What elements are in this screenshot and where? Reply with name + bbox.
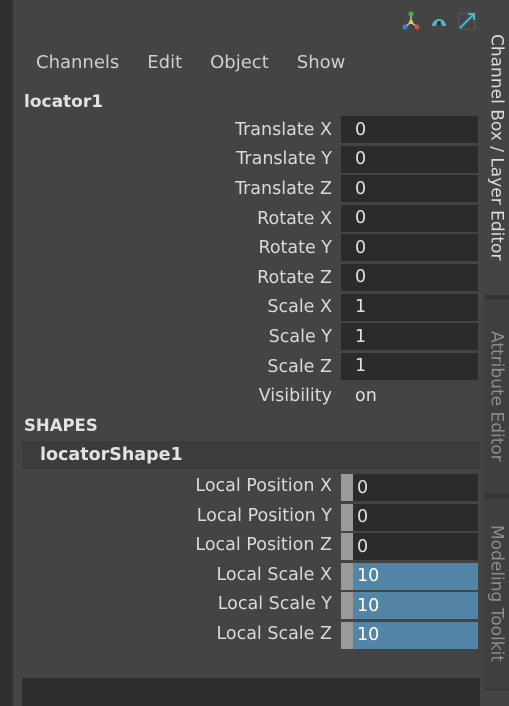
attribute-value-field[interactable]: 0 [341,145,478,173]
tab-label: Modeling Toolkit [486,525,507,662]
attribute-value-field[interactable]: 0 [353,474,478,501]
attribute-lock-indicator [341,503,353,531]
attribute-label[interactable]: Translate Z [235,179,332,199]
attribute-label[interactable]: Scale Y [269,327,332,347]
attribute-label[interactable]: Local Scale Y [218,594,332,614]
attribute-lock-indicator [341,621,353,649]
attribute-label[interactable]: Translate X [235,120,332,140]
menu-edit[interactable]: Edit [147,52,182,73]
attribute-label[interactable]: Visibility [259,386,332,406]
attribute-value-field[interactable]: 1 [341,293,478,321]
channel-box-window: Channels Edit Object Show locator1 Trans… [0,0,509,706]
attribute-lock-indicator [341,533,353,561]
attribute-label[interactable]: Local Position Y [197,506,332,526]
node-title[interactable]: locator1 [24,92,103,112]
attribute-row[interactable]: Translate Z 0 [14,174,484,204]
attribute-value-field[interactable]: 10 [353,562,478,590]
transform-attribute-list: Translate X 0 Translate Y 0 Translate Z … [14,115,484,411]
menu-channels[interactable]: Channels [36,52,119,73]
channel-box-menubar: Channels Edit Object Show [36,52,373,73]
shapes-section-header: SHAPES [24,416,98,435]
attribute-label[interactable]: Rotate X [257,209,332,229]
attribute-label[interactable]: Scale Z [267,357,332,377]
menu-show[interactable]: Show [297,52,346,73]
tab-label: Channel Box / Layer Editor [486,34,507,261]
attribute-row[interactable]: Rotate Y 0 [14,233,484,263]
shape-attribute-list: Local Position X 0 Local Position Y 0 Lo… [14,473,484,651]
attribute-row[interactable]: Scale Y 1 [14,322,484,352]
layer-editor-area[interactable] [22,678,480,706]
attribute-value-field[interactable]: 0 [341,234,478,262]
graph-editor-icon[interactable] [456,10,478,32]
attribute-row[interactable]: Translate Y 0 [14,145,484,175]
side-tab-bar: Channel Box / Layer Editor Attribute Edi… [484,0,509,706]
tab-label: Attribute Editor [486,331,507,462]
attribute-row[interactable]: Translate X 0 [14,115,484,145]
channel-box-toolbar [400,8,478,34]
shape-attribute-row[interactable]: Local Position Y 0 [14,503,484,533]
attribute-value-field[interactable]: 0 [341,116,478,143]
attribute-row[interactable]: Rotate X 0 [14,204,484,234]
attribute-value-field[interactable]: on [341,382,478,409]
shape-node-title[interactable]: locatorShape1 [22,441,480,469]
attribute-label[interactable]: Local Position Z [195,535,332,555]
menu-object[interactable]: Object [210,52,269,73]
shape-attribute-row[interactable]: Local Scale X 10 [14,562,484,592]
tab-channel-box-layer-editor[interactable]: Channel Box / Layer Editor [484,0,509,296]
shape-attribute-row[interactable]: Local Scale Y 10 [14,591,484,621]
attribute-value-field[interactable]: 10 [353,621,478,649]
attribute-value-field[interactable]: 1 [341,352,478,380]
attribute-label[interactable]: Scale X [267,297,332,317]
attribute-label[interactable]: Local Position X [195,476,332,496]
attribute-label[interactable]: Rotate Z [257,268,332,288]
attribute-label[interactable]: Local Scale X [216,565,332,585]
attribute-lock-indicator [341,592,353,620]
attribute-value-field[interactable]: 0 [353,503,478,531]
attribute-row[interactable]: Visibility on [14,381,484,411]
key-selected-icon[interactable] [428,10,450,32]
shape-attribute-row[interactable]: Local Position X 0 [14,473,484,503]
attribute-row[interactable]: Rotate Z 0 [14,263,484,293]
channel-control-icon[interactable] [400,10,422,32]
shape-attribute-row[interactable]: Local Position Z 0 [14,532,484,562]
attribute-value-field[interactable]: 0 [341,263,478,291]
attribute-row[interactable]: Scale X 1 [14,293,484,323]
attribute-value-field[interactable]: 0 [341,204,478,232]
attribute-value-field[interactable]: 0 [341,175,478,203]
shape-attribute-row[interactable]: Local Scale Z 10 [14,621,484,651]
attribute-label[interactable]: Local Scale Z [216,624,332,644]
attribute-lock-indicator [341,474,353,501]
attribute-value-field[interactable]: 10 [353,592,478,620]
tab-attribute-editor[interactable]: Attribute Editor [484,299,509,495]
attribute-value-field[interactable]: 1 [341,323,478,351]
attribute-lock-indicator [341,562,353,590]
channel-box-panel: Channels Edit Object Show locator1 Trans… [14,0,484,706]
tab-modeling-toolkit[interactable]: Modeling Toolkit [484,498,509,690]
attribute-label[interactable]: Rotate Y [258,238,332,258]
attribute-row[interactable]: Scale Z 1 [14,352,484,382]
attribute-label[interactable]: Translate Y [236,149,332,169]
attribute-value-field[interactable]: 0 [353,533,478,561]
left-dock-strip [0,0,14,706]
